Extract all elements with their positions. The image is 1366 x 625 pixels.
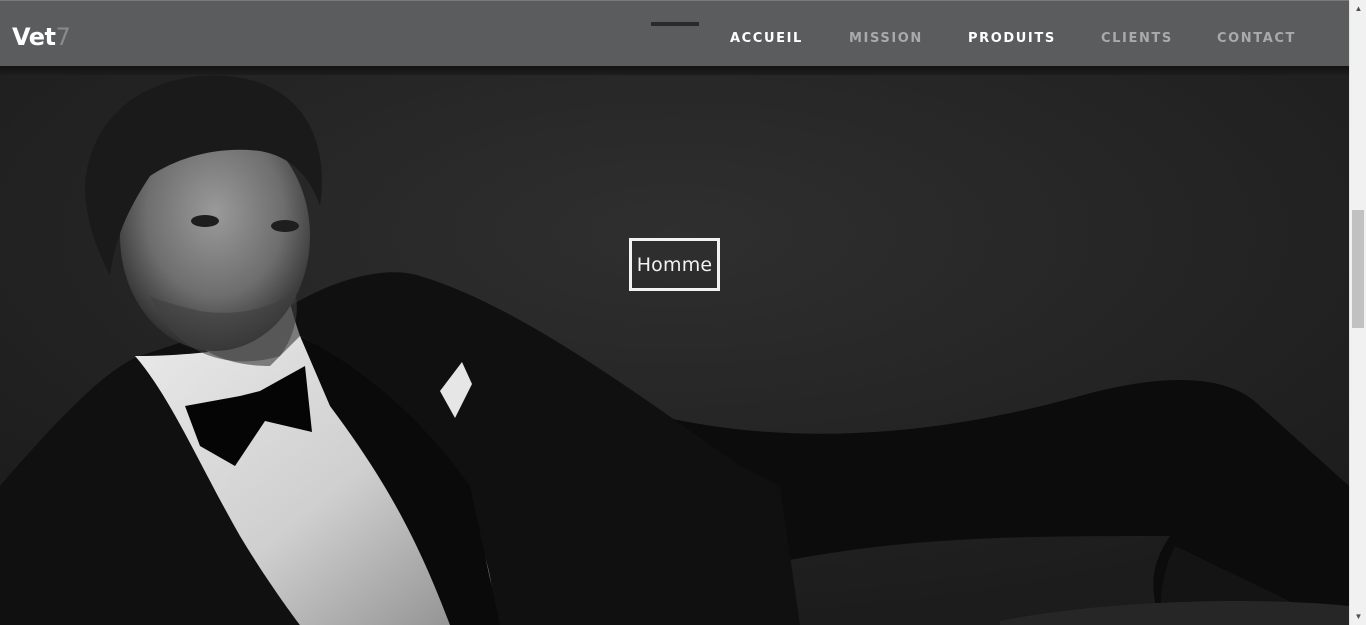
- category-homme-link[interactable]: Homme: [629, 238, 720, 291]
- nav-active-indicator: [651, 22, 699, 26]
- main-nav: ACCUEIL MISSION PRODUITS CLIENTS CONTACT: [0, 31, 1349, 47]
- site-header: Vet7 ACCUEIL MISSION PRODUITS CLIENTS CO…: [0, 0, 1349, 66]
- hero-section: Homme: [0, 66, 1349, 625]
- hero-photo: [0, 66, 1349, 625]
- nav-item-produits[interactable]: PRODUITS: [968, 31, 1056, 46]
- vertical-scrollbar[interactable]: ▲ ▼: [1349, 0, 1366, 625]
- nav-item-contact[interactable]: CONTACT: [1217, 31, 1296, 46]
- nav-item-clients[interactable]: CLIENTS: [1101, 31, 1173, 46]
- nav-item-accueil[interactable]: ACCUEIL: [730, 31, 803, 46]
- scroll-down-icon[interactable]: ▼: [1350, 608, 1366, 625]
- nav-item-mission[interactable]: MISSION: [849, 31, 923, 46]
- scrollbar-thumb[interactable]: [1352, 210, 1364, 328]
- page-viewport: Homme Vet7 ACCUEIL MISSION PRODUITS CLIE…: [0, 0, 1349, 625]
- navbar-shadow: [0, 66, 1349, 75]
- scroll-up-icon[interactable]: ▲: [1350, 0, 1366, 17]
